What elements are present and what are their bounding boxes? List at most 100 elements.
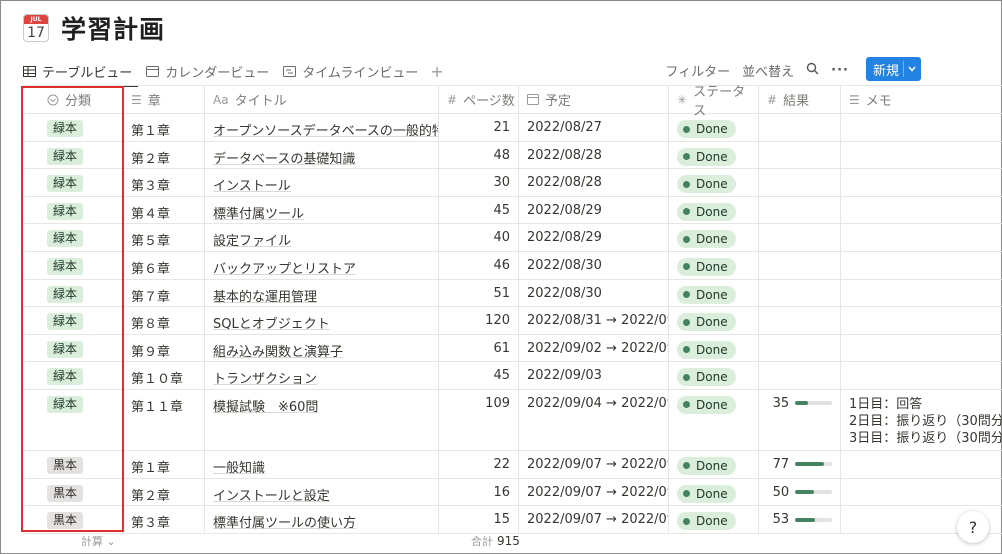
chapter-cell[interactable]: 第８章 [123, 307, 205, 334]
title-cell[interactable]: 模擬試験 ※60問 [205, 389, 439, 450]
table-row[interactable]: 緑本 第２章 データベースの基礎知識 48 2022/08/28 Done [23, 141, 1002, 170]
memo-cell[interactable] [841, 280, 1002, 307]
status-cell[interactable]: Done [669, 478, 759, 506]
column-header-pages[interactable]: # ページ数 [439, 86, 519, 113]
category-cell[interactable]: 緑本 [23, 196, 123, 224]
schedule-cell[interactable]: 2022/08/27 [519, 114, 669, 141]
title-cell[interactable]: SQLとオブジェクト [205, 307, 439, 334]
category-cell[interactable]: 緑本 [23, 307, 123, 334]
table-row[interactable]: 緑本 第７章 基本的な運用管理 51 2022/08/30 Done [23, 279, 1002, 308]
pages-cell[interactable]: 109 [439, 389, 519, 450]
title-cell[interactable]: インストール [205, 169, 439, 196]
pages-cell[interactable]: 30 [439, 169, 519, 196]
add-view-button[interactable]: + [430, 62, 443, 81]
result-cell[interactable]: 77 [759, 450, 841, 478]
memo-cell[interactable] [841, 451, 1002, 478]
pages-cell[interactable]: 22 [439, 450, 519, 478]
title-text[interactable]: トランザクション [213, 372, 317, 387]
pages-cell[interactable]: 21 [439, 114, 519, 141]
memo-cell[interactable] [841, 362, 1002, 389]
tab-timeline-view[interactable]: タイムラインビュー [283, 57, 418, 85]
chapter-cell[interactable]: 第７章 [123, 279, 205, 307]
title-text[interactable]: SQLとオブジェクト [213, 317, 330, 332]
title-cell[interactable]: 設定ファイル [205, 224, 439, 251]
result-cell[interactable] [759, 141, 841, 169]
pages-cell[interactable]: 45 [439, 362, 519, 389]
result-cell[interactable]: 50 [759, 478, 841, 506]
title-cell[interactable]: 組み込み関数と演算子 [205, 334, 439, 362]
status-cell[interactable]: Done [669, 224, 759, 251]
table-row[interactable]: 緑本 第３章 インストール 30 2022/08/28 Done [23, 169, 1002, 197]
schedule-cell[interactable]: 2022/08/29 [519, 196, 669, 224]
filter-button[interactable]: フィルター [665, 61, 730, 80]
pages-cell[interactable]: 40 [439, 224, 519, 251]
column-header-status[interactable]: ✳ ステータス [669, 85, 759, 119]
category-cell[interactable]: 緑本 [23, 251, 123, 279]
result-cell[interactable] [759, 114, 841, 141]
schedule-cell[interactable]: 2022/09/07 → 2022/09/08 [519, 506, 669, 533]
schedule-cell[interactable]: 2022/08/29 [519, 224, 669, 251]
chapter-cell[interactable]: 第４章 [123, 196, 205, 224]
result-cell[interactable]: 53 [759, 506, 841, 533]
title-text[interactable]: インストールと設定 [213, 489, 330, 504]
calculate-button[interactable]: 計算 ⌄ [81, 533, 116, 549]
schedule-cell[interactable]: 2022/09/02 → 2022/09/02 [519, 334, 669, 362]
memo-cell[interactable] [841, 335, 1002, 362]
chapter-cell[interactable]: 第５章 [123, 224, 205, 251]
column-header-title[interactable]: Aa タイトル [205, 86, 439, 113]
title-text[interactable]: 標準付属ツールの使い方 [213, 516, 356, 531]
pages-cell[interactable]: 16 [439, 478, 519, 506]
memo-cell[interactable] [841, 479, 1002, 506]
pages-cell[interactable]: 45 [439, 196, 519, 224]
table-row[interactable]: 黒本 第１章 一般知識 22 2022/09/07 → 2022/09/08 Done 77 [23, 450, 1002, 479]
status-cell[interactable]: Done [669, 307, 759, 334]
status-cell[interactable]: Done [669, 196, 759, 224]
title-text[interactable]: 組み込み関数と演算子 [213, 345, 343, 360]
category-cell[interactable]: 緑本 [23, 389, 123, 450]
status-cell[interactable]: Done [669, 114, 759, 141]
chapter-cell[interactable]: 第３章 [123, 169, 205, 196]
title-cell[interactable]: バックアップとリストア [205, 251, 439, 279]
table-row[interactable]: 緑本 第８章 SQLとオブジェクト 120 2022/08/31 → 2022/09/0… [23, 307, 1002, 335]
pages-cell[interactable]: 61 [439, 334, 519, 362]
schedule-cell[interactable]: 2022/08/28 [519, 169, 669, 196]
category-cell[interactable]: 緑本 [23, 334, 123, 362]
table-row[interactable]: 緑本 第４章 標準付属ツール 45 2022/08/29 Done [23, 196, 1002, 225]
tab-calendar-view[interactable]: カレンダービュー [146, 57, 269, 85]
column-header-category[interactable]: 分類 [23, 86, 123, 113]
calendar-page-icon[interactable]: JUL 17 [23, 14, 49, 42]
schedule-cell[interactable]: 2022/09/04 → 2022/09/06 [519, 389, 669, 450]
schedule-cell[interactable]: 2022/09/07 → 2022/09/08 [519, 450, 669, 478]
memo-cell[interactable] [841, 169, 1002, 196]
chapter-cell[interactable]: 第６章 [123, 251, 205, 279]
table-row[interactable]: 黒本 第２章 インストールと設定 16 2022/09/07 → 2022/09/08 D… [23, 478, 1002, 507]
title-cell[interactable]: 一般知識 [205, 450, 439, 478]
table-row[interactable]: 緑本 第６章 バックアップとリストア 46 2022/08/30 Done [23, 251, 1002, 280]
status-cell[interactable]: Done [669, 389, 759, 450]
title-text[interactable]: データベースの基礎知識 [213, 152, 355, 167]
sort-button[interactable]: 並べ替え [742, 61, 794, 80]
category-cell[interactable]: 黒本 [23, 478, 123, 506]
schedule-cell[interactable]: 2022/09/07 → 2022/09/08 [519, 478, 669, 506]
title-text[interactable]: 設定ファイル [213, 234, 291, 249]
memo-cell[interactable] [841, 252, 1002, 279]
column-header-result[interactable]: # 結果 [759, 86, 841, 113]
memo-cell[interactable]: 1日目：回答 2日目：振り返り（30問分） 3日目：振り返り（30問分） [841, 390, 1002, 450]
category-cell[interactable]: 緑本 [23, 362, 123, 389]
schedule-cell[interactable]: 2022/08/28 [519, 141, 669, 169]
title-text[interactable]: インストール [213, 179, 291, 194]
memo-cell[interactable] [841, 197, 1002, 224]
schedule-cell[interactable]: 2022/09/03 [519, 362, 669, 389]
schedule-cell[interactable]: 2022/08/30 [519, 279, 669, 307]
result-cell[interactable] [759, 169, 841, 196]
result-cell[interactable] [759, 196, 841, 224]
title-text[interactable]: オープンソースデータベースの一般的特徴 [213, 124, 438, 139]
table-row[interactable]: 緑本 第５章 設定ファイル 40 2022/08/29 Done [23, 224, 1002, 252]
memo-cell[interactable] [841, 114, 1002, 141]
status-cell[interactable]: Done [669, 450, 759, 478]
table-row[interactable]: 緑本 第１章 オープンソースデータベースの一般的特徴 21 2022/08/27 Done [23, 114, 1002, 142]
category-cell[interactable]: 緑本 [23, 114, 123, 141]
title-cell[interactable]: 標準付属ツールの使い方 [205, 506, 439, 533]
pages-cell[interactable]: 15 [439, 506, 519, 533]
status-cell[interactable]: Done [669, 362, 759, 389]
